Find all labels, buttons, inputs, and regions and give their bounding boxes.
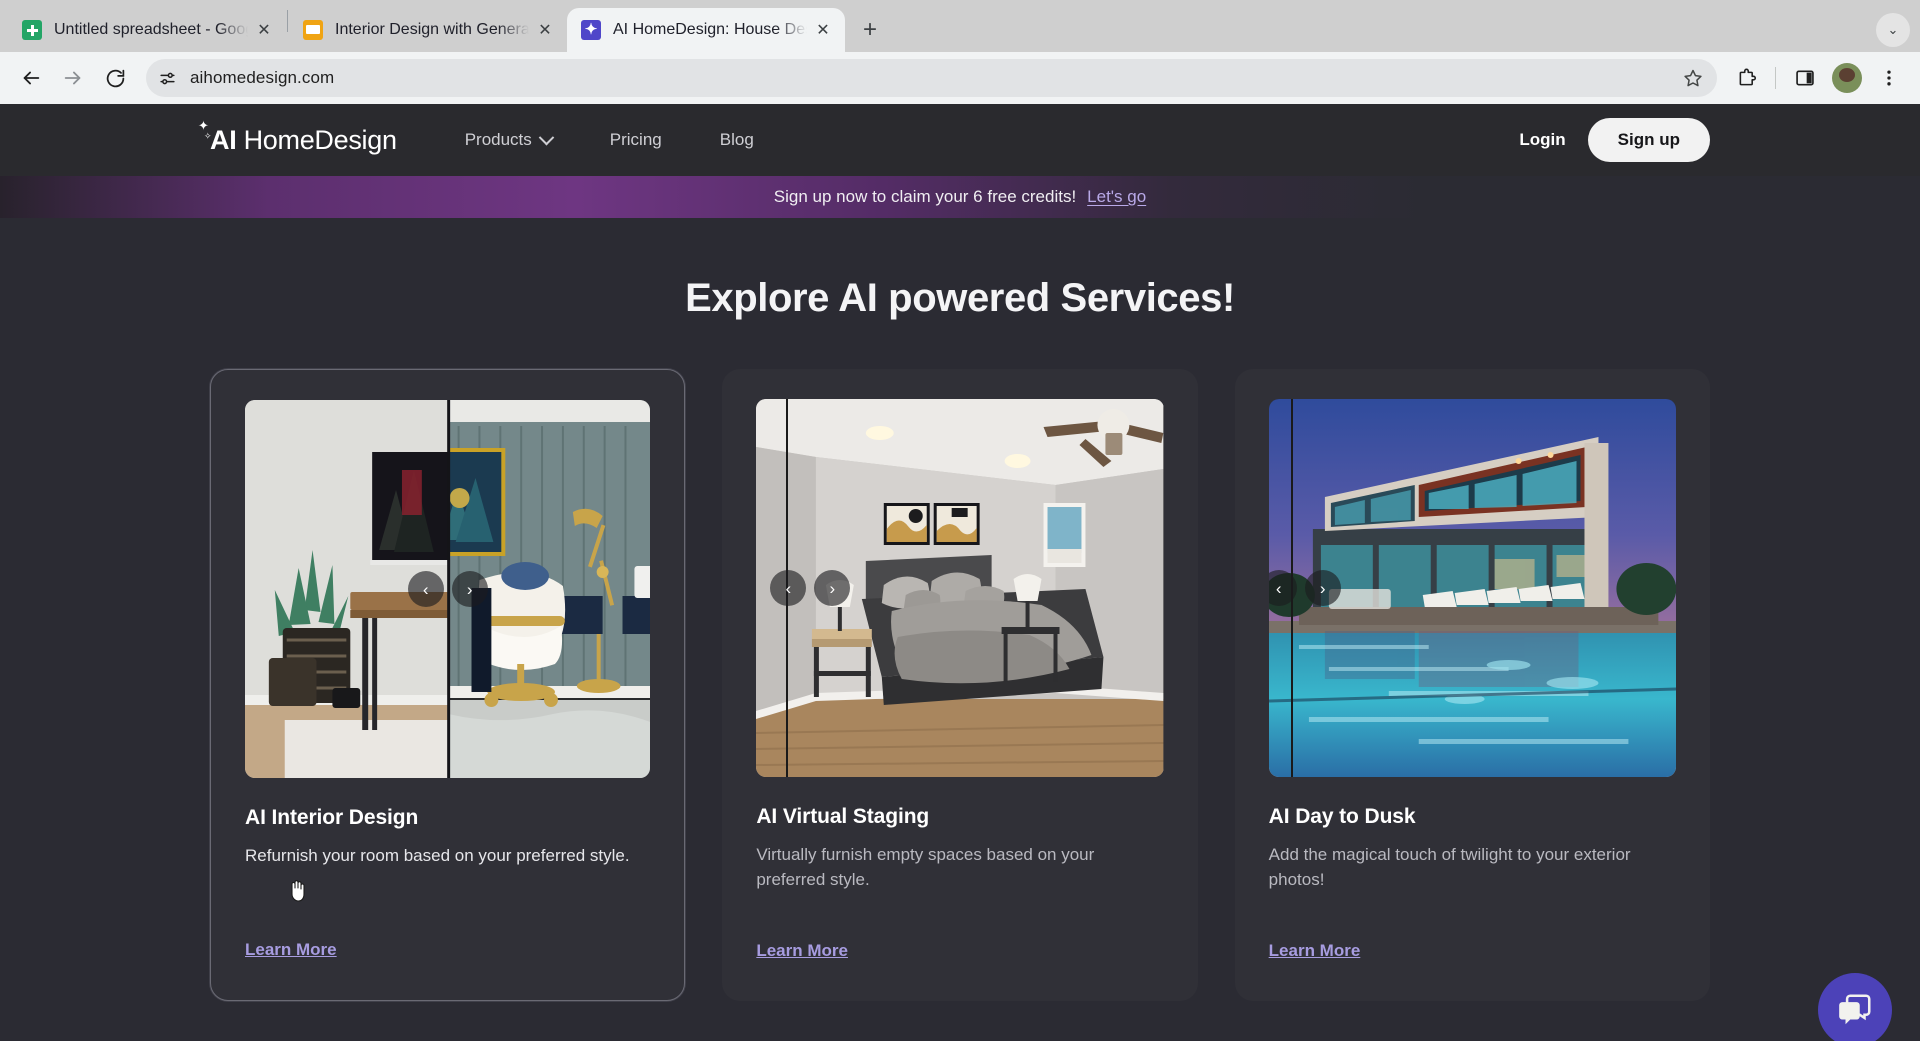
page-title: Explore AI powered Services! xyxy=(0,276,1920,321)
toolbar-divider xyxy=(1775,67,1776,89)
nav-label: Blog xyxy=(720,130,754,150)
card-image-virtual-staging[interactable]: ‹ › xyxy=(756,399,1163,777)
sparkle-small-icon: ✧ xyxy=(204,132,212,141)
nav-item-blog[interactable]: Blog xyxy=(720,130,754,150)
url-text[interactable]: aihomedesign.com xyxy=(182,68,1677,88)
ai-homedesign-sparkle-icon xyxy=(581,20,601,40)
card-description: Add the magical touch of twilight to you… xyxy=(1269,843,1676,893)
back-arrow-icon[interactable] xyxy=(12,59,50,97)
carousel-next-button[interactable]: › xyxy=(1305,570,1341,606)
star-icon[interactable] xyxy=(1677,62,1709,94)
carousel-arrows: ‹ › xyxy=(770,570,850,606)
browser-tab-1[interactable]: Untitled spreadsheet - Google Sheets ✕ xyxy=(8,8,286,52)
nav-item-pricing[interactable]: Pricing xyxy=(610,130,662,150)
site-header: ✦ ✧ AI HomeDesign Products Pricing Blog … xyxy=(0,104,1920,176)
site-nav: Products Pricing Blog xyxy=(465,130,754,150)
service-card-ai-virtual-staging[interactable]: ‹ › AI Virtual Staging Virtually furnish… xyxy=(722,369,1197,1001)
tab-close-button[interactable]: ✕ xyxy=(533,18,557,42)
promo-banner: Sign up now to claim your 6 free credits… xyxy=(0,176,1920,218)
orange-window-icon xyxy=(303,20,323,40)
avatar xyxy=(1832,63,1862,93)
promo-lets-go-link[interactable]: Let's go xyxy=(1087,187,1146,207)
tab-close-button[interactable]: ✕ xyxy=(252,18,276,42)
signup-button[interactable]: Sign up xyxy=(1588,118,1710,162)
tab-strip: Untitled spreadsheet - Google Sheets ✕ I… xyxy=(0,0,1920,52)
carousel-arrows: ‹ › xyxy=(408,571,488,607)
logo-prefix: AI xyxy=(210,125,236,155)
card-image-day-to-dusk[interactable]: ‹ › xyxy=(1269,399,1676,777)
tab-title: Interior Design with Generative AI xyxy=(335,21,529,39)
tab-divider xyxy=(287,10,288,32)
carousel-arrows: ‹ › xyxy=(1269,570,1341,606)
forward-arrow-icon[interactable] xyxy=(54,59,92,97)
card-description: Virtually furnish empty spaces based on … xyxy=(756,843,1163,893)
card-title: AI Virtual Staging xyxy=(756,805,1163,829)
service-card-ai-interior-design[interactable]: ‹ › AI Interior Design Refurnish your ro… xyxy=(210,369,685,1001)
chevron-down-icon xyxy=(539,129,555,145)
service-card-ai-day-to-dusk[interactable]: ‹ › AI Day to Dusk Add the magical touch… xyxy=(1235,369,1710,1001)
sparkle-icon: ✦ xyxy=(198,119,209,132)
address-bar[interactable]: aihomedesign.com xyxy=(146,59,1717,97)
browser-tab-3-active[interactable]: AI HomeDesign: House Design ✕ xyxy=(567,8,845,52)
logo-suffix: HomeDesign xyxy=(236,125,396,155)
three-dot-menu-icon[interactable] xyxy=(1870,59,1908,97)
page-content: ✦ ✧ AI HomeDesign Products Pricing Blog … xyxy=(0,104,1920,1041)
new-tab-button[interactable]: + xyxy=(853,13,887,47)
card-description: Refurnish your room based on your prefer… xyxy=(245,844,650,869)
profile-avatar[interactable] xyxy=(1828,59,1866,97)
tab-title: Untitled spreadsheet - Google Sheets xyxy=(54,21,248,39)
login-link[interactable]: Login xyxy=(1519,130,1565,150)
tab-search-chevron-down-icon[interactable]: ⌄ xyxy=(1876,13,1910,47)
card-title: AI Day to Dusk xyxy=(1269,805,1676,829)
header-actions: Login Sign up xyxy=(1519,118,1710,162)
tab-close-button[interactable]: ✕ xyxy=(811,18,835,42)
carousel-prev-button[interactable]: ‹ xyxy=(408,571,444,607)
carousel-next-button[interactable]: › xyxy=(814,570,850,606)
chat-widget-button[interactable] xyxy=(1818,973,1892,1041)
nav-item-products[interactable]: Products xyxy=(465,130,552,150)
logo-text: AI HomeDesign xyxy=(210,125,397,156)
site-settings-icon[interactable] xyxy=(152,63,182,93)
chat-bubble-icon xyxy=(1836,991,1874,1029)
nav-label: Products xyxy=(465,130,532,150)
extensions-puzzle-icon[interactable] xyxy=(1727,59,1765,97)
browser-tab-2[interactable]: Interior Design with Generative AI ✕ xyxy=(289,8,567,52)
google-sheets-icon xyxy=(22,20,42,40)
browser-toolbar: aihomedesign.com xyxy=(0,52,1920,104)
nav-label: Pricing xyxy=(610,130,662,150)
tab-title: AI HomeDesign: House Design xyxy=(613,21,807,39)
learn-more-link[interactable]: Learn More xyxy=(245,940,337,960)
reload-icon[interactable] xyxy=(96,59,134,97)
site-logo[interactable]: ✦ ✧ AI HomeDesign xyxy=(210,125,397,156)
browser-window: Untitled spreadsheet - Google Sheets ✕ I… xyxy=(0,0,1920,1041)
carousel-prev-button[interactable]: ‹ xyxy=(1269,570,1297,606)
carousel-next-button[interactable]: › xyxy=(452,571,488,607)
side-panel-icon[interactable] xyxy=(1786,59,1824,97)
card-title: AI Interior Design xyxy=(245,806,650,830)
card-image-before-after[interactable]: ‹ › xyxy=(245,400,650,778)
promo-text: Sign up now to claim your 6 free credits… xyxy=(774,187,1076,207)
learn-more-link[interactable]: Learn More xyxy=(1269,941,1361,961)
service-cards: ‹ › AI Interior Design Refurnish your ro… xyxy=(0,369,1920,1001)
learn-more-link[interactable]: Learn More xyxy=(756,941,848,961)
carousel-prev-button[interactable]: ‹ xyxy=(770,570,806,606)
